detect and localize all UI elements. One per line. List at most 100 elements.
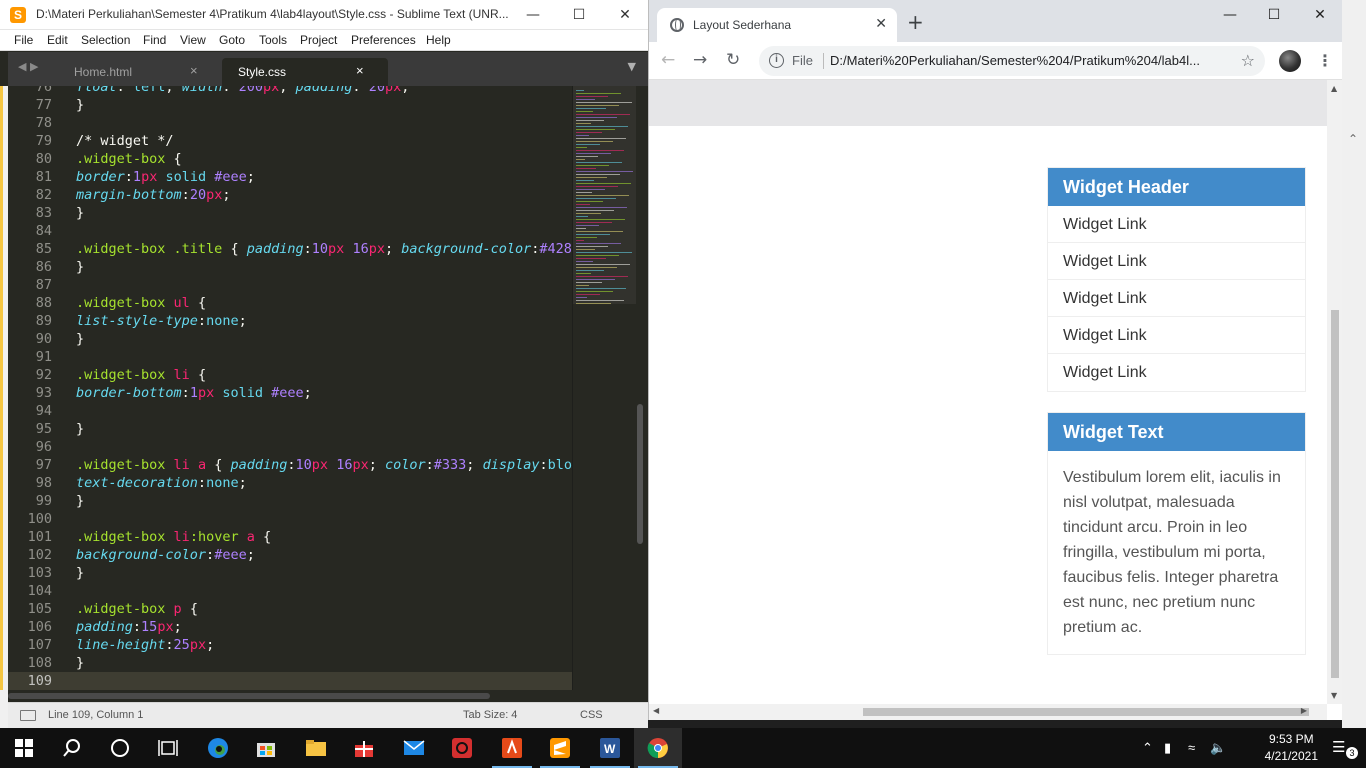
- reload-icon[interactable]: ↻: [726, 50, 740, 70]
- tab-dropdown-icon[interactable]: ▼: [628, 60, 636, 73]
- menu-project[interactable]: Project: [300, 33, 337, 47]
- minimap[interactable]: [572, 86, 637, 690]
- maximize-icon[interactable]: ☐: [556, 0, 602, 30]
- minimap-line: [576, 99, 595, 100]
- scroll-right-icon[interactable]: ▶: [1301, 706, 1307, 715]
- widget-link[interactable]: Widget Link: [1048, 280, 1305, 317]
- taskbar-reader[interactable]: [488, 728, 536, 768]
- chrome-tab-title: Layout Sederhana: [693, 18, 792, 32]
- tab-close-icon[interactable]: ×: [190, 63, 198, 78]
- scroll-left-icon[interactable]: ◀: [653, 706, 659, 715]
- word-icon: W: [600, 738, 620, 758]
- minimap-line: [576, 114, 630, 115]
- search-button[interactable]: [48, 728, 96, 768]
- minimap-line: [576, 279, 615, 280]
- code-editor[interactable]: 76 float: left; width: 200px; padding: 20…: [8, 86, 572, 690]
- taskbar-mail[interactable]: [390, 728, 438, 768]
- menu-goto[interactable]: Goto: [219, 33, 245, 47]
- minimap-line: [576, 216, 588, 217]
- taskbar-sublime[interactable]: [536, 728, 584, 768]
- page-vertical-scrollbar[interactable]: ▲ ▼: [1327, 80, 1343, 704]
- line-number: 91: [35, 349, 52, 365]
- close-icon[interactable]: ✕: [602, 0, 648, 30]
- maximize-icon[interactable]: ☐: [1251, 0, 1297, 30]
- wifi-icon[interactable]: ≈: [1188, 740, 1195, 755]
- forward-icon[interactable]: →: [693, 50, 707, 70]
- panel-toggle-icon[interactable]: [20, 710, 36, 721]
- taskbar-garena[interactable]: [438, 728, 486, 768]
- sublime-app-icon: S: [10, 7, 26, 23]
- volume-icon[interactable]: 🔈: [1210, 740, 1226, 756]
- page-horizontal-scrollbar[interactable]: ◀ ▶: [649, 704, 1327, 720]
- line-number: 98: [35, 475, 52, 491]
- menu-selection[interactable]: Selection: [81, 33, 130, 47]
- globe-icon: [670, 18, 684, 32]
- minimap-line: [576, 228, 586, 229]
- minimap-line: [576, 282, 602, 283]
- line-number: 99: [35, 493, 52, 509]
- sublime-title-bar: S D:\Materi Perkuliahan\Semester 4\Prati…: [0, 0, 648, 30]
- taskbar-gift-app[interactable]: [340, 728, 388, 768]
- clock[interactable]: 9:53 PM 4/21/2021: [1265, 731, 1318, 765]
- taskbar-chrome[interactable]: [634, 728, 682, 768]
- site-info-icon[interactable]: i: [769, 53, 784, 68]
- bookmark-star-icon[interactable]: ☆: [1241, 51, 1255, 70]
- chevron-up-icon[interactable]: ⌃: [1142, 740, 1153, 756]
- tab-style-css[interactable]: Style.css ×: [222, 58, 388, 86]
- editor-horizontal-scrollbar[interactable]: [8, 690, 636, 702]
- task-view-button[interactable]: [144, 728, 192, 768]
- close-icon[interactable]: ✕: [1297, 0, 1343, 30]
- minimap-line: [576, 129, 615, 130]
- widget-link[interactable]: Widget Link: [1048, 354, 1305, 391]
- menu-find[interactable]: Find: [143, 33, 166, 47]
- url-text[interactable]: D:/Materi%20Perkuliahan/Semester%204/Pra…: [830, 53, 1230, 68]
- tab-home-html[interactable]: Home.html ×: [60, 58, 220, 86]
- address-bar[interactable]: i File D:/Materi%20Perkuliahan/Semester%…: [759, 46, 1265, 76]
- back-icon[interactable]: ←: [661, 50, 675, 70]
- notification-icon[interactable]: ☰: [1332, 738, 1345, 756]
- list-item: Widget Link: [1048, 317, 1305, 354]
- minimap-line: [576, 147, 587, 148]
- taskbar-explorer[interactable]: [292, 728, 340, 768]
- cortana-button[interactable]: [96, 728, 144, 768]
- syntax-mode[interactable]: CSS: [580, 709, 603, 721]
- new-tab-icon[interactable]: +: [907, 12, 924, 32]
- editor-vertical-scrollbar[interactable]: [636, 86, 648, 690]
- chrome-tab-active[interactable]: Layout Sederhana ✕: [657, 8, 897, 42]
- menu-help[interactable]: Help: [426, 33, 451, 47]
- tab-label: Style.css: [238, 65, 287, 79]
- background-window-edge: ⌃: [1342, 0, 1366, 728]
- taskbar-edge[interactable]: [194, 728, 242, 768]
- taskbar-word[interactable]: W: [586, 728, 634, 768]
- scroll-down-icon[interactable]: ▼: [1331, 691, 1337, 700]
- line-number: 80: [35, 151, 52, 167]
- menu-edit[interactable]: Edit: [47, 33, 68, 47]
- taskbar-store[interactable]: [242, 728, 290, 768]
- widget-link[interactable]: Widget Link: [1048, 317, 1305, 354]
- minimap-line: [576, 135, 589, 136]
- tab-nav-arrows-icon[interactable]: ◀ ▶: [18, 60, 38, 73]
- minimap-line: [576, 165, 609, 166]
- chrome-tab-strip: Layout Sederhana ✕ + — ☐ ✕: [649, 0, 1343, 42]
- menu-file[interactable]: File: [14, 33, 33, 47]
- chrome-menu-icon[interactable]: ⋮: [1317, 51, 1333, 70]
- widget-link[interactable]: Widget Link: [1048, 206, 1305, 243]
- widget-link[interactable]: Widget Link: [1048, 243, 1305, 280]
- menu-view[interactable]: View: [180, 33, 206, 47]
- minimap-line: [576, 273, 591, 274]
- menu-preferences[interactable]: Preferences: [351, 33, 416, 47]
- minimap-line: [576, 270, 604, 271]
- line-number: 79: [35, 133, 52, 149]
- menu-tools[interactable]: Tools: [259, 33, 287, 47]
- start-button[interactable]: [0, 728, 48, 768]
- battery-icon[interactable]: ▮: [1164, 740, 1171, 756]
- scroll-up-icon[interactable]: ▲: [1331, 84, 1337, 93]
- line-number: 103: [27, 565, 52, 581]
- tab-close-icon[interactable]: ✕: [875, 16, 887, 32]
- windows-logo-icon: [15, 739, 33, 757]
- minimize-icon[interactable]: —: [510, 0, 556, 30]
- tab-close-icon[interactable]: ×: [356, 63, 364, 78]
- profile-avatar[interactable]: [1279, 50, 1301, 72]
- minimize-icon[interactable]: —: [1207, 0, 1253, 30]
- tab-size[interactable]: Tab Size: 4: [463, 709, 517, 721]
